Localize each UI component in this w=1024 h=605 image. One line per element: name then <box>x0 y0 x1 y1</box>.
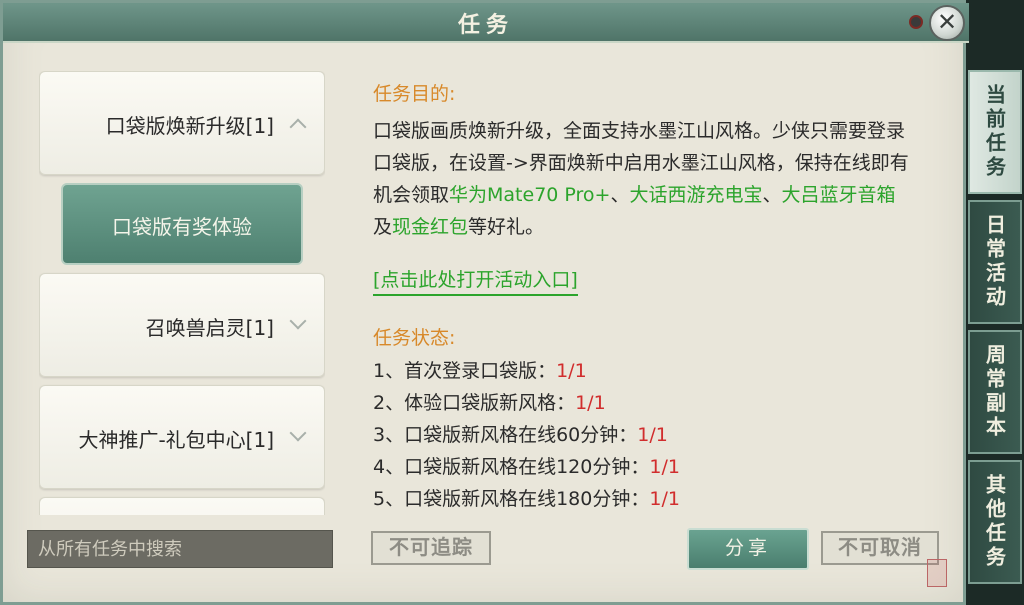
separator-text: 、 <box>610 184 630 206</box>
window-title: 任务 <box>457 13 514 38</box>
reward-text: 华为Mate70 Pro+ <box>449 184 611 206</box>
status-item: 4、口袋版新风格在线120分钟：1/1 <box>373 451 680 483</box>
chevron-down-icon <box>288 428 310 444</box>
activity-entry-link[interactable]: [点击此处打开活动入口] <box>373 265 578 296</box>
status-label: 4、口袋版新风格在线120分钟： <box>373 456 650 478</box>
chevron-down-icon <box>288 316 310 332</box>
status-value: 1/1 <box>637 424 668 446</box>
seal-stamp-icon <box>927 559 947 587</box>
tab-weekly-dungeons[interactable]: 周常副本 <box>968 330 1022 454</box>
status-item: 1、首次登录口袋版：1/1 <box>373 355 680 387</box>
status-value: 1/1 <box>575 392 606 414</box>
quest-category-label: 口袋版焕新升级[1] <box>105 114 274 138</box>
title-bar: 任务 <box>3 3 969 43</box>
close-button[interactable]: ✕ <box>929 5 965 41</box>
tab-daily-activities[interactable]: 日常活动 <box>968 200 1022 324</box>
status-list: 1、首次登录口袋版：1/1 2、体验口袋版新风格：1/1 3、口袋版新风格在线6… <box>373 355 680 515</box>
search-input[interactable] <box>28 531 332 567</box>
chevron-up-icon <box>288 114 310 130</box>
status-item: 5、口袋版新风格在线180分钟：1/1 <box>373 483 680 515</box>
quest-category-item[interactable]: 大神推广-礼包中心[1] <box>39 385 325 489</box>
status-item: 3、口袋版新风格在线60分钟：1/1 <box>373 419 680 451</box>
status-value: 1/1 <box>649 488 680 510</box>
quest-category-label: 召唤兽启灵[1] <box>145 316 274 340</box>
status-item: 2、体验口袋版新风格：1/1 <box>373 387 680 419</box>
reward-text: 大吕蓝牙音箱 <box>781 184 896 206</box>
quest-category-item-partial[interactable] <box>39 497 325 515</box>
share-button[interactable]: 分享 <box>687 528 809 570</box>
quest-window: 任务 ✕ 口袋版焕新升级[1] 口袋版有奖体验 召唤兽启灵[1] 大神推广-礼包… <box>0 0 969 605</box>
purpose-heading: 任务目的: <box>373 83 456 105</box>
status-label: 1、首次登录口袋版： <box>373 360 557 382</box>
purpose-text-part: 等好礼。 <box>468 216 545 238</box>
tab-other-quests[interactable]: 其他任务 <box>968 460 1022 584</box>
cancel-quest-button[interactable]: 不可取消 <box>821 531 939 565</box>
purpose-text: 口袋版画质焕新升级，全面支持水墨江山风格。少侠只需要登录口袋版，在设置->界面焕… <box>373 115 913 243</box>
track-button[interactable]: 不可追踪 <box>371 531 491 565</box>
status-label: 2、体验口袋版新风格： <box>373 392 576 414</box>
reward-text: 现金红包 <box>392 216 469 238</box>
status-value: 1/1 <box>556 360 587 382</box>
status-heading: 任务状态: <box>373 327 456 349</box>
separator-text: 、 <box>762 184 782 206</box>
status-label: 5、口袋版新风格在线180分钟： <box>373 488 650 510</box>
quest-item-label: 口袋版有奖体验 <box>112 215 252 239</box>
status-dot-icon <box>909 15 923 29</box>
search-box[interactable] <box>27 530 333 568</box>
status-label: 3、口袋版新风格在线60分钟： <box>373 424 638 446</box>
quest-category-item[interactable]: 口袋版焕新升级[1] <box>39 71 325 175</box>
quest-list: 口袋版焕新升级[1] 口袋版有奖体验 召唤兽启灵[1] 大神推广-礼包中心[1] <box>39 71 325 515</box>
quest-item-selected[interactable]: 口袋版有奖体验 <box>61 183 303 265</box>
separator-text: 及 <box>373 216 393 238</box>
quest-category-item[interactable]: 召唤兽启灵[1] <box>39 273 325 377</box>
reward-text: 大话西游充电宝 <box>629 184 763 206</box>
quest-category-label: 大神推广-礼包中心[1] <box>78 428 274 452</box>
status-value: 1/1 <box>649 456 680 478</box>
purpose-heading-wrap: 任务目的: <box>373 79 933 106</box>
tab-current-quests[interactable]: 当前任务 <box>968 70 1022 194</box>
close-icon: ✕ <box>936 8 958 36</box>
